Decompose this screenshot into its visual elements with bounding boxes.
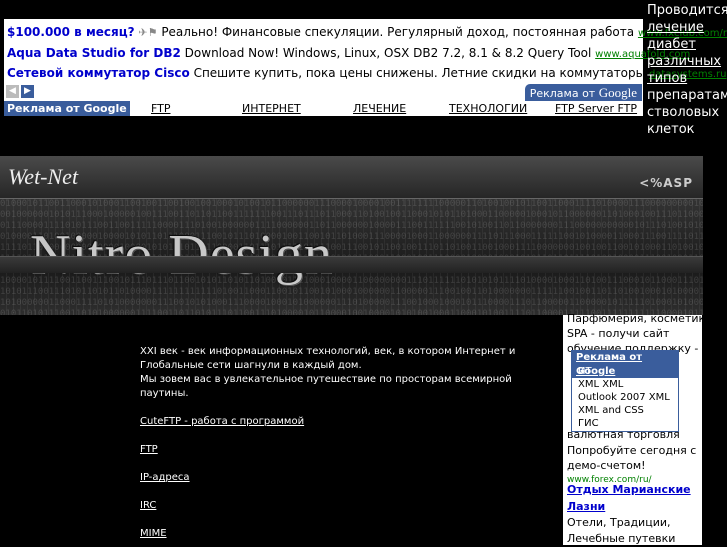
ad-text[interactable]: Попробуйте сегодня с	[567, 443, 696, 459]
banner-footer-bar	[0, 256, 703, 273]
ad-link[interactable]: FTP	[151, 101, 171, 116]
ad-item[interactable]: Сетевой коммутатор Cisco Спешите купить,…	[7, 63, 726, 83]
ad-title[interactable]: Aqua Data Studio for DB2	[7, 46, 181, 60]
promo-pre: Проводится	[647, 3, 727, 18]
next-arrow-icon[interactable]: ▶	[21, 85, 34, 98]
ad-title[interactable]: $100.000 в месяц?	[7, 25, 135, 39]
banner-logo: Nitro Design	[30, 224, 333, 286]
banner-header: Wet-Net <%ASP	[0, 156, 703, 199]
badge-prefix: Реклама от	[529, 87, 596, 100]
popup-list: ИТ XML XML Outlook 2007 XML XML and CSS …	[572, 365, 678, 430]
ad-item[interactable]: Aqua Data Studio for DB2 Download Now! W…	[7, 43, 690, 63]
popup-header[interactable]: Реклама от Google	[572, 351, 678, 377]
popup-item[interactable]: XML XML	[572, 378, 678, 391]
asp-logo: <%ASP	[639, 176, 693, 190]
google-ads-badge[interactable]: Реклама от Google	[524, 84, 642, 101]
ad-title[interactable]: Сетевой коммутатор Cisco	[7, 66, 190, 80]
ad-title[interactable]: Отдых Марианские	[567, 482, 691, 498]
article-link[interactable]: FTP	[140, 443, 550, 457]
article-link[interactable]: CuteFTP - работа с программой	[140, 415, 550, 429]
page-edge	[703, 156, 727, 545]
main-content: XXI век - век информационных технологий,…	[140, 345, 550, 541]
popup-item[interactable]: XML and CSS	[572, 404, 678, 417]
article-link[interactable]: IRC	[140, 499, 550, 513]
ad-flag-icon: ✈⚑	[138, 26, 158, 39]
ad-text[interactable]: Парфюмерия, косметика,	[567, 311, 715, 327]
ad-text[interactable]: Реально! Финансовые спекуляции. Регулярн…	[161, 25, 634, 39]
ad-link[interactable]: ТЕХНОЛОГИИ	[449, 101, 527, 116]
article-link[interactable]: IP-адреса	[140, 471, 550, 485]
google-logo: Google	[598, 85, 637, 100]
ad-link[interactable]: FTP Server FTP	[555, 101, 637, 116]
ad-link[interactable]: ЛЕЧЕНИЕ	[353, 101, 406, 116]
intro-paragraph: Мы зовем вас в увлекательное путешествие…	[140, 374, 512, 399]
ad-title[interactable]: Лазни	[567, 499, 605, 515]
popup-item[interactable]: ГИС	[572, 417, 678, 430]
ad-text[interactable]: SPA - получи сайт	[567, 326, 669, 342]
ad-text[interactable]: Спешите купить, пока цены снижены. Летни…	[194, 66, 646, 80]
article-link[interactable]: MIME	[140, 527, 550, 541]
ad-link[interactable]: ИНТЕРНЕТ	[242, 101, 301, 116]
promo-text: Проводится лечение диабет различных типо…	[647, 2, 727, 138]
promo-link[interactable]: лечение диабет различных типов	[647, 20, 721, 86]
ad-item[interactable]: $100.000 в месяц? ✈⚑ Реально! Финансовые…	[7, 22, 727, 42]
ads-popup-menu: Реклама от Google ИТ XML XML Outlook 200…	[571, 350, 679, 432]
popup-item[interactable]: ИТ	[572, 365, 678, 378]
ad-link-row-label[interactable]: Реклама от Google	[4, 101, 130, 116]
site-banner: Wet-Net <%ASP 01000101100110001010001100…	[0, 156, 703, 315]
promo-post: препаратами стволовых клеток	[647, 88, 727, 137]
ad-text[interactable]: Download Now! Windows, Linux, OSX DB2 7.…	[185, 46, 592, 60]
previous-arrow-icon[interactable]: ◀	[6, 85, 19, 98]
popup-item[interactable]: Outlook 2007 XML	[572, 391, 678, 404]
ad-pager: ◀ ▶	[6, 85, 36, 99]
google-ads-block: $100.000 в месяц? ✈⚑ Реально! Финансовые…	[4, 19, 727, 116]
ad-text[interactable]: Отели, Традиции,	[567, 515, 671, 531]
ad-link-row: Реклама от Google FTP ИНТЕРНЕТ ЛЕЧЕНИЕ Т…	[4, 101, 643, 116]
site-name[interactable]: Wet-Net	[8, 164, 78, 190]
intro-paragraph: XXI век - век информационных технологий,…	[140, 346, 516, 371]
